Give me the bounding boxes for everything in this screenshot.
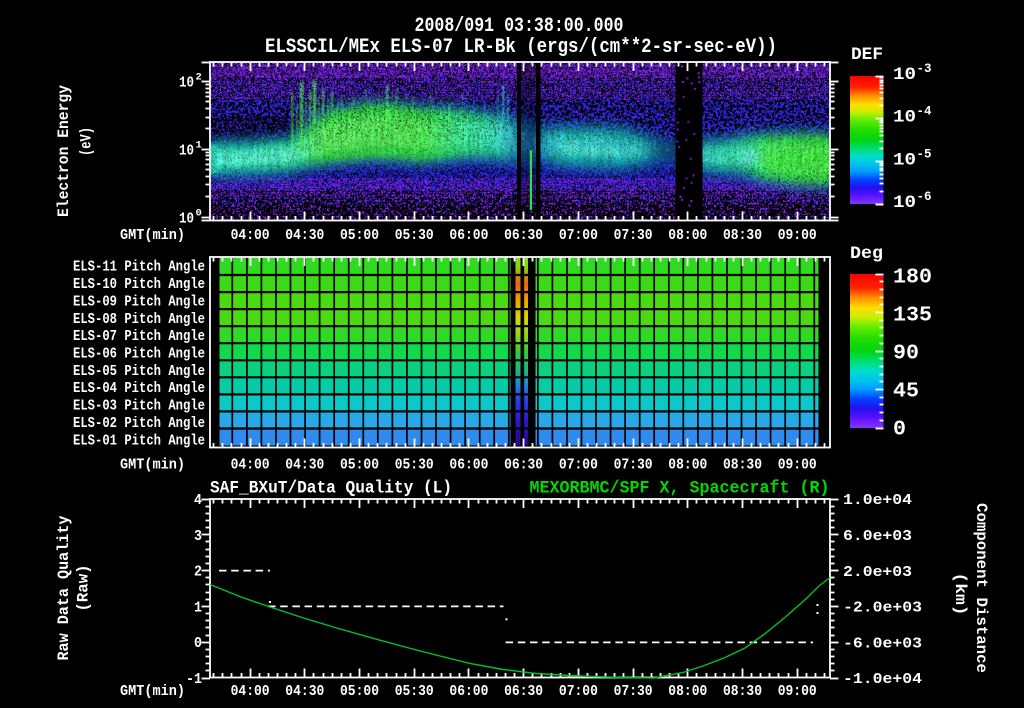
svg-text:06:00: 06:00 (449, 458, 488, 474)
svg-text:07:30: 07:30 (614, 458, 653, 474)
svg-text:2: 2 (194, 565, 202, 581)
svg-text:-6: -6 (917, 190, 932, 204)
svg-text:09:00: 09:00 (778, 458, 817, 474)
svg-text:05:00: 05:00 (340, 684, 379, 700)
svg-text:(eV): (eV) (78, 127, 96, 156)
svg-text:4: 4 (194, 493, 202, 509)
svg-text:Raw Data Quality: Raw Data Quality (55, 516, 73, 661)
svg-text:GMT(min): GMT(min) (120, 458, 185, 474)
svg-text:-1: -1 (186, 672, 202, 688)
svg-text:08:30: 08:30 (723, 458, 762, 474)
svg-text:90: 90 (893, 343, 919, 366)
svg-text:07:30: 07:30 (614, 684, 653, 700)
svg-text:10: 10 (893, 108, 916, 128)
svg-text:2008/091 03:38:00.000: 2008/091 03:38:00.000 (415, 15, 624, 38)
svg-text:08:00: 08:00 (668, 458, 707, 474)
svg-text:1: 1 (196, 139, 202, 151)
svg-text:1: 1 (194, 600, 202, 616)
svg-text:0: 0 (196, 207, 202, 219)
svg-text:135: 135 (893, 305, 932, 328)
svg-text:ELS-01 Pitch Angle: ELS-01 Pitch Angle (73, 433, 205, 449)
svg-text:05:30: 05:30 (395, 684, 434, 700)
svg-text:06:00: 06:00 (449, 684, 488, 700)
svg-text:Electron Energy: Electron Energy (55, 85, 73, 217)
svg-text:10: 10 (179, 76, 194, 92)
svg-text:07:30: 07:30 (614, 228, 653, 244)
svg-text:04:00: 04:00 (231, 458, 270, 474)
svg-text:10: 10 (893, 150, 916, 170)
svg-text:05:00: 05:00 (340, 458, 379, 474)
svg-text:05:30: 05:30 (395, 228, 434, 244)
svg-text:-4: -4 (917, 105, 933, 119)
svg-text:10: 10 (893, 193, 916, 213)
svg-text:-6.0e+03: -6.0e+03 (843, 635, 922, 652)
svg-text:06:30: 06:30 (504, 684, 543, 700)
svg-text:2.0e+03: 2.0e+03 (843, 564, 912, 581)
svg-text:-2.0e+03: -2.0e+03 (843, 600, 922, 617)
svg-text:ELS-08 Pitch Angle: ELS-08 Pitch Angle (73, 312, 205, 328)
svg-text:ELS-10 Pitch Angle: ELS-10 Pitch Angle (73, 277, 205, 293)
svg-text:(km): (km) (951, 573, 969, 616)
svg-text:05:30: 05:30 (395, 458, 434, 474)
svg-text:08:30: 08:30 (723, 684, 762, 700)
svg-text:04:00: 04:00 (231, 228, 270, 244)
svg-text:ELS-04 Pitch Angle: ELS-04 Pitch Angle (73, 381, 205, 397)
svg-text:3: 3 (194, 529, 202, 545)
svg-text:GMT(min): GMT(min) (120, 228, 185, 244)
svg-text:6.0e+03: 6.0e+03 (843, 528, 912, 545)
svg-text:0: 0 (893, 419, 906, 442)
svg-text:180: 180 (893, 267, 932, 290)
svg-text:ELSSCIL/MEx ELS-07 LR-Bk (erg: ELSSCIL/MEx ELS-07 LR-Bk (ergs/(cm**2-sr… (265, 36, 777, 59)
svg-text:-5: -5 (917, 147, 932, 161)
svg-text:08:00: 08:00 (668, 684, 707, 700)
svg-text:ELS-03 Pitch Angle: ELS-03 Pitch Angle (73, 399, 205, 415)
svg-text:ELS-02 Pitch Angle: ELS-02 Pitch Angle (73, 416, 205, 432)
svg-text:ELS-11 Pitch Angle: ELS-11 Pitch Angle (73, 260, 205, 276)
svg-text:SAF_BXuT/Data Quality (L): SAF_BXuT/Data Quality (L) (210, 479, 452, 499)
svg-text:GMT(min): GMT(min) (120, 684, 185, 700)
svg-text:45: 45 (893, 381, 919, 404)
svg-text:10: 10 (179, 211, 194, 227)
svg-text:ELS-06 Pitch Angle: ELS-06 Pitch Angle (73, 347, 205, 363)
svg-text:Deg: Deg (850, 244, 883, 264)
svg-text:07:00: 07:00 (559, 684, 598, 700)
svg-text:08:00: 08:00 (668, 228, 707, 244)
svg-text:MEXORBMC/SPF X, Spacecraft (R): MEXORBMC/SPF X, Spacecraft (R) (530, 479, 830, 499)
svg-text:10: 10 (179, 143, 194, 159)
svg-text:1.0e+04: 1.0e+04 (843, 492, 912, 509)
svg-text:DEF: DEF (851, 45, 883, 65)
svg-text:06:30: 06:30 (504, 458, 543, 474)
svg-text:2: 2 (196, 72, 202, 84)
svg-text:06:00: 06:00 (449, 228, 488, 244)
svg-text:-1.0e+04: -1.0e+04 (843, 671, 922, 688)
svg-text:08:30: 08:30 (723, 228, 762, 244)
svg-text:07:00: 07:00 (559, 458, 598, 474)
svg-text:09:00: 09:00 (778, 684, 817, 700)
svg-text:04:30: 04:30 (285, 228, 324, 244)
svg-text:ELS-07 Pitch Angle: ELS-07 Pitch Angle (73, 329, 205, 345)
svg-text:05:00: 05:00 (340, 228, 379, 244)
svg-text:04:00: 04:00 (231, 684, 270, 700)
svg-text:(Raw): (Raw) (75, 565, 93, 612)
svg-text:ELS-09 Pitch Angle: ELS-09 Pitch Angle (73, 294, 205, 310)
svg-text:0: 0 (194, 636, 202, 652)
svg-text:07:00: 07:00 (559, 228, 598, 244)
svg-text:10: 10 (893, 65, 916, 85)
svg-text:Component Distance: Component Distance (972, 503, 990, 673)
svg-text:-3: -3 (917, 62, 932, 76)
svg-text:04:30: 04:30 (285, 458, 324, 474)
svg-text:ELS-05 Pitch Angle: ELS-05 Pitch Angle (73, 364, 205, 380)
svg-text:06:30: 06:30 (504, 228, 543, 244)
svg-text:09:00: 09:00 (778, 228, 817, 244)
svg-text:04:30: 04:30 (285, 684, 324, 700)
